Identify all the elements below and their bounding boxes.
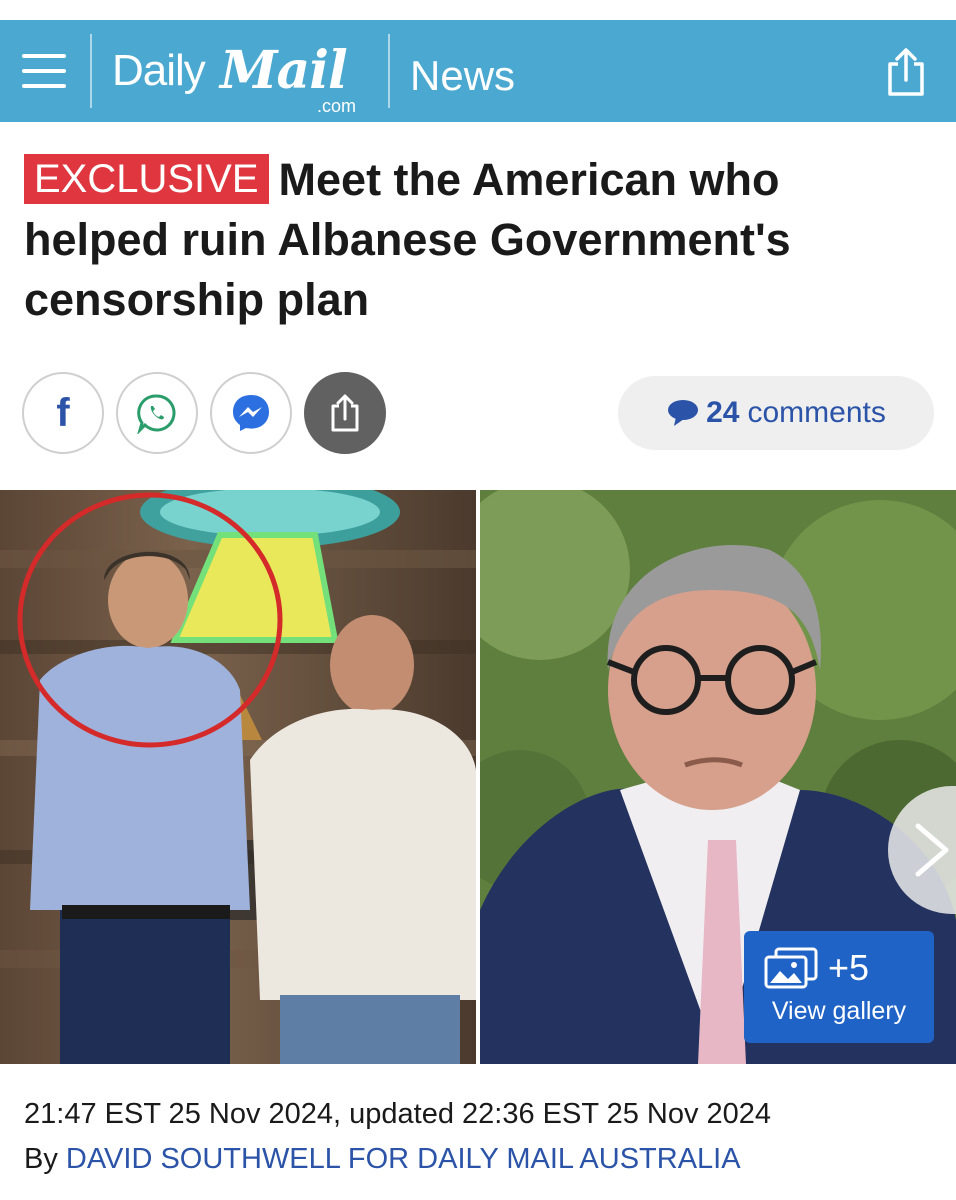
header-divider bbox=[90, 34, 92, 108]
comments-label: comments bbox=[747, 396, 886, 429]
whatsapp-icon bbox=[137, 394, 176, 434]
photo-two-men bbox=[0, 490, 476, 1064]
speech-bubble-icon bbox=[668, 400, 699, 426]
comments-count: 24 bbox=[706, 396, 740, 429]
share-icon bbox=[331, 394, 359, 432]
gallery-count: +5 bbox=[828, 947, 870, 988]
whatsapp-share-button[interactable] bbox=[116, 372, 198, 454]
gallery-icon bbox=[764, 947, 818, 989]
messenger-share-button[interactable] bbox=[210, 372, 292, 454]
facebook-share-button[interactable]: f bbox=[22, 372, 104, 454]
header-divider bbox=[388, 34, 390, 108]
exclusive-badge: EXCLUSIVE bbox=[24, 154, 269, 204]
more-share-button[interactable] bbox=[304, 372, 386, 454]
menu-icon[interactable] bbox=[22, 50, 66, 92]
logo-mail: Mail bbox=[220, 40, 348, 101]
share-icon[interactable] bbox=[878, 44, 934, 100]
article-byline: By DAVID SOUTHWELL FOR DAILY MAIL AUSTRA… bbox=[24, 1143, 741, 1176]
messenger-icon bbox=[233, 395, 269, 431]
chevron-right-icon bbox=[915, 823, 949, 877]
logo-daily: Daily bbox=[112, 46, 206, 95]
logo-com: .com bbox=[317, 96, 357, 116]
article-headline: EXCLUSIVE Meet the American who helped ru… bbox=[24, 150, 936, 330]
section-title[interactable]: News bbox=[410, 52, 515, 100]
site-header: Daily Mail .com News bbox=[0, 20, 956, 122]
article-timestamp: 21:47 EST 25 Nov 2024, updated 22:36 EST… bbox=[24, 1098, 772, 1130]
facebook-icon: f bbox=[56, 390, 70, 435]
author-link[interactable]: DAVID SOUTHWELL FOR DAILY MAIL AUSTRALIA bbox=[66, 1143, 741, 1175]
status-area bbox=[0, 0, 956, 20]
view-gallery-button[interactable]: +5 View gallery bbox=[744, 931, 934, 1043]
byline-prefix: By bbox=[24, 1143, 58, 1175]
gallery-label: View gallery bbox=[771, 997, 907, 1025]
comments-button[interactable]: 24 comments bbox=[618, 376, 934, 450]
